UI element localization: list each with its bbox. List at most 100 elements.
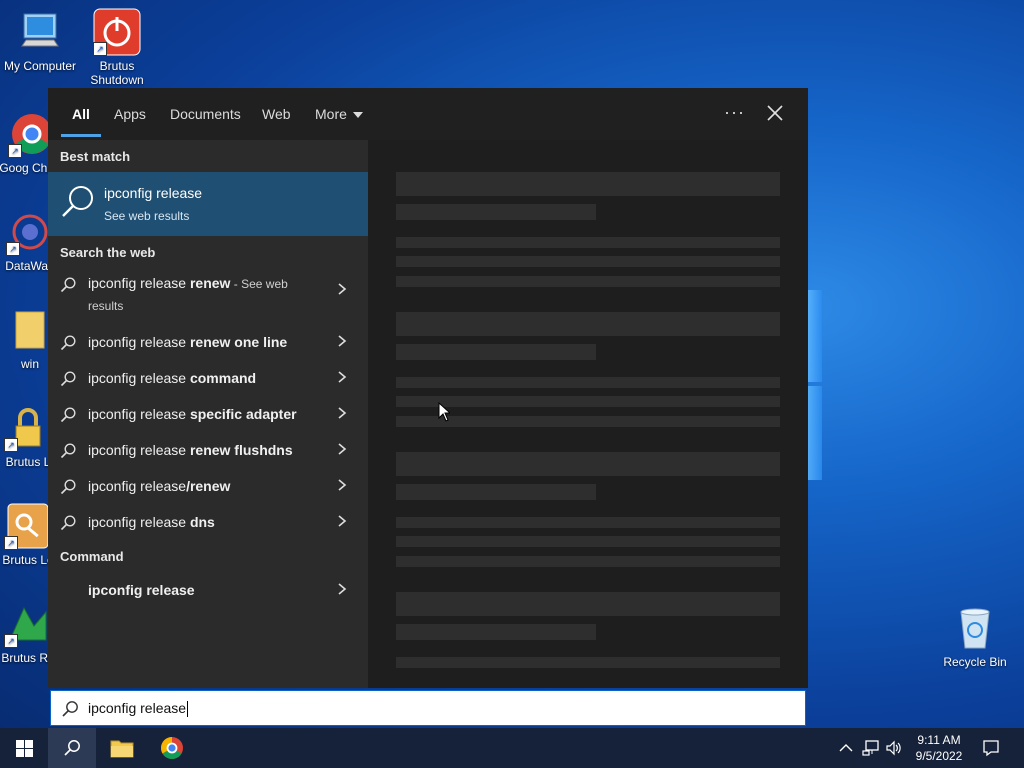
search-icon	[60, 407, 76, 423]
search-icon	[60, 443, 76, 459]
loading-placeholder	[396, 172, 780, 196]
desktop-icon-label: Brutus Shutdown	[90, 59, 144, 87]
search-icon	[60, 479, 76, 495]
loading-placeholder	[396, 657, 780, 668]
loading-placeholder	[396, 396, 780, 407]
tab-web[interactable]: Web	[262, 106, 291, 122]
chevron-right-icon	[338, 407, 347, 419]
loading-placeholder	[396, 344, 596, 360]
chevron-right-icon	[338, 283, 347, 295]
search-icon	[62, 186, 93, 217]
key-icon: ↗	[4, 502, 52, 550]
computer-icon	[16, 8, 64, 56]
tab-more[interactable]: More	[315, 106, 363, 122]
web-result-item[interactable]: ipconfig release renew flushdns	[48, 432, 368, 468]
search-icon	[60, 515, 76, 531]
best-match-title: ipconfig release	[104, 185, 203, 201]
loading-placeholder	[396, 237, 780, 248]
loading-placeholder	[396, 556, 780, 567]
mouse-cursor-icon	[438, 402, 450, 422]
section-search-the-web: Search the web	[60, 245, 156, 260]
desktop-icon-brutus-shutdown[interactable]: ↗ Brutus Shutdown	[77, 8, 157, 87]
search-icon	[62, 701, 78, 717]
desktop-icon-label: My Computer	[3, 59, 77, 73]
desktop-icon-recycle-bin[interactable]: Recycle Bin	[935, 604, 1015, 669]
notifications-icon[interactable]	[982, 739, 1000, 757]
loading-placeholder	[396, 624, 596, 640]
loading-placeholder	[396, 484, 596, 500]
loading-placeholder	[396, 256, 780, 267]
tab-more-label: More	[315, 106, 347, 122]
chevron-up-icon[interactable]	[838, 740, 854, 756]
web-result-text: ipconfig release/renew	[88, 478, 231, 494]
section-best-match: Best match	[60, 149, 131, 164]
loading-placeholder	[396, 416, 780, 427]
search-input[interactable]: ipconfig release	[50, 690, 806, 726]
loading-placeholder	[396, 517, 780, 528]
search-panel: All Apps Documents Web More ··· Best mat…	[48, 88, 808, 688]
web-result-item[interactable]: ipconfig release specific adapter	[48, 396, 368, 432]
clock-time: 9:11 AM	[917, 733, 961, 747]
folder-icon	[6, 306, 54, 354]
close-icon	[767, 105, 783, 121]
more-options-button[interactable]: ···	[724, 102, 745, 123]
web-result-item[interactable]: ipconfig release dns	[48, 504, 368, 540]
power-icon: ↗	[93, 8, 141, 56]
loading-placeholder	[396, 276, 780, 287]
results-list: Best match ipconfig release See web resu…	[48, 140, 368, 688]
active-tab-indicator	[61, 134, 101, 137]
web-result-item[interactable]: ipconfig release renew - See web results	[48, 266, 368, 314]
text-caret	[187, 701, 189, 718]
search-icon	[60, 277, 76, 293]
chevron-right-icon	[338, 515, 347, 527]
section-command: Command	[60, 549, 124, 564]
taskbar: 9:11 AM 9/5/2022	[0, 728, 1024, 768]
search-button[interactable]	[48, 728, 96, 768]
wallpaper-windows-logo	[808, 290, 824, 480]
command-result-item[interactable]: ipconfig release	[48, 572, 368, 608]
chevron-right-icon	[338, 371, 347, 383]
close-button[interactable]	[764, 102, 786, 124]
volume-icon[interactable]	[885, 739, 903, 757]
network-icon[interactable]	[862, 739, 880, 757]
lock-icon: ↗	[4, 404, 52, 452]
chrome-button[interactable]	[148, 728, 196, 768]
web-result-text: ipconfig release dns	[88, 514, 215, 530]
web-result-text: ipconfig release command	[88, 370, 257, 386]
desktop-icon-label: Recycle Bin	[943, 655, 1007, 669]
desktop-icon-my-computer[interactable]: My Computer	[0, 8, 80, 73]
folder-icon	[110, 740, 134, 758]
tab-apps[interactable]: Apps	[114, 106, 146, 122]
chrome-icon	[161, 737, 183, 759]
tab-all[interactable]: All	[72, 106, 90, 122]
loading-placeholder	[396, 536, 780, 547]
loading-placeholder	[396, 204, 596, 220]
search-icon	[60, 335, 76, 351]
start-button[interactable]	[0, 728, 48, 768]
web-result-text: ipconfig release renew - See web results	[88, 275, 288, 313]
search-input-value: ipconfig release	[88, 700, 189, 718]
windows-logo-icon	[16, 740, 33, 757]
loading-placeholder	[396, 452, 780, 476]
search-icon	[60, 371, 76, 387]
web-result-item[interactable]: ipconfig release/renew	[48, 468, 368, 504]
loading-placeholder	[396, 312, 780, 336]
best-match-item[interactable]: ipconfig release See web results	[48, 172, 368, 236]
app-icon: ↗	[6, 208, 54, 256]
search-icon	[64, 740, 80, 756]
recycle-bin-icon	[951, 604, 999, 652]
web-result-item[interactable]: ipconfig release renew one line	[48, 324, 368, 360]
chevron-down-icon	[352, 112, 363, 119]
preview-pane-loading	[368, 140, 808, 688]
chevron-right-icon	[338, 479, 347, 491]
chevron-right-icon	[338, 335, 347, 347]
loading-placeholder	[396, 377, 780, 388]
web-result-item[interactable]: ipconfig release command	[48, 360, 368, 396]
chevron-right-icon	[338, 583, 347, 595]
system-clock[interactable]: 9:11 AM 9/5/2022	[906, 732, 972, 764]
best-match-subtitle: See web results	[104, 209, 190, 223]
file-explorer-button[interactable]	[98, 728, 146, 768]
web-result-text: ipconfig release renew one line	[88, 334, 288, 350]
loading-placeholder	[396, 592, 780, 616]
tab-documents[interactable]: Documents	[170, 106, 241, 122]
